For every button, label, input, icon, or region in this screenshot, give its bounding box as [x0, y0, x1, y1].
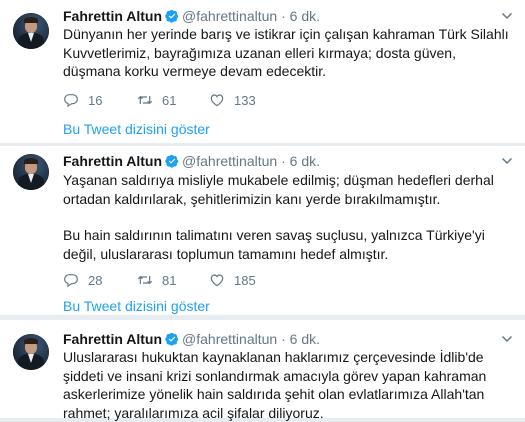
- avatar[interactable]: [13, 154, 49, 190]
- tweet-header: Fahrettin Altun @fahrettinaltun · 6 dk.: [63, 7, 320, 25]
- tweet-1[interactable]: Fahrettin Altun @fahrettinaltun · 6 dk. D…: [0, 0, 525, 144]
- author-handle[interactable]: @fahrettinaltun: [182, 331, 277, 347]
- retweet-button[interactable]: 81: [137, 271, 176, 289]
- tweet-2[interactable]: Fahrettin Altun @fahrettinaltun · 6 dk. Y…: [0, 146, 525, 316]
- tweet-text: Dünyanın her yerinde barış ve istikrar i…: [63, 25, 513, 81]
- tweet-text: Yaşanan saldırıya misliyle mukabele edil…: [63, 171, 513, 263]
- tweet-header: Fahrettin Altun @fahrettinaltun · 6 dk.: [63, 152, 320, 170]
- retweet-count: 81: [162, 272, 177, 288]
- author-handle[interactable]: @fahrettinaltun: [182, 153, 277, 169]
- tweet-paragraph: Dünyanın her yerinde barış ve istikrar i…: [63, 26, 509, 79]
- reply-button[interactable]: 16: [63, 91, 102, 109]
- verified-badge-icon: [165, 332, 179, 346]
- show-thread-link[interactable]: Bu Tweet dizisini göster: [63, 297, 210, 315]
- caret-down-icon[interactable]: [501, 333, 513, 345]
- caret-down-icon[interactable]: [501, 155, 513, 167]
- author-name[interactable]: Fahrettin Altun: [63, 331, 162, 347]
- tweet-paragraph: Uluslararası hukuktan kaynaklanan haklar…: [63, 349, 487, 421]
- retweet-button[interactable]: 61: [137, 91, 176, 109]
- avatar[interactable]: [13, 13, 49, 49]
- retweet-icon: [137, 92, 153, 108]
- like-button[interactable]: 185: [209, 271, 256, 289]
- retweet-icon: [137, 272, 153, 288]
- like-icon: [209, 92, 225, 108]
- verified-badge-icon: [165, 154, 179, 168]
- tweet-text: Uluslararası hukuktan kaynaklanan haklar…: [63, 348, 513, 422]
- like-count: 185: [234, 272, 256, 288]
- show-thread-link[interactable]: Bu Tweet dizisini göster: [63, 120, 210, 138]
- separator-dot: ·: [281, 8, 286, 24]
- separator-dot: ·: [281, 331, 286, 347]
- verified-badge-icon: [165, 9, 179, 23]
- reply-icon: [63, 272, 79, 288]
- tweet-3[interactable]: Fahrettin Altun @fahrettinaltun · 6 dk. U…: [0, 320, 525, 421]
- like-icon: [209, 272, 225, 288]
- tweet-time[interactable]: 6 dk.: [290, 331, 320, 347]
- like-button[interactable]: 133: [209, 91, 256, 109]
- retweet-count: 61: [162, 92, 177, 108]
- reply-count: 28: [88, 272, 103, 288]
- tweet-header: Fahrettin Altun @fahrettinaltun · 6 dk.: [63, 330, 320, 348]
- author-handle[interactable]: @fahrettinaltun: [182, 8, 277, 24]
- separator-dot: ·: [281, 153, 286, 169]
- like-count: 133: [234, 92, 256, 108]
- tweet-paragraph: Yaşanan saldırıya misliyle mukabele edil…: [63, 172, 494, 207]
- reply-count: 16: [88, 92, 103, 108]
- author-name[interactable]: Fahrettin Altun: [63, 153, 162, 169]
- caret-down-icon[interactable]: [501, 10, 513, 22]
- reply-button[interactable]: 28: [63, 271, 102, 289]
- avatar[interactable]: [13, 334, 49, 370]
- tweet-paragraph: Bu hain saldırının talimatını veren sava…: [63, 227, 485, 262]
- tweet-time[interactable]: 6 dk.: [290, 153, 320, 169]
- tweet-time[interactable]: 6 dk.: [290, 8, 320, 24]
- reply-icon: [63, 92, 79, 108]
- author-name[interactable]: Fahrettin Altun: [63, 8, 162, 24]
